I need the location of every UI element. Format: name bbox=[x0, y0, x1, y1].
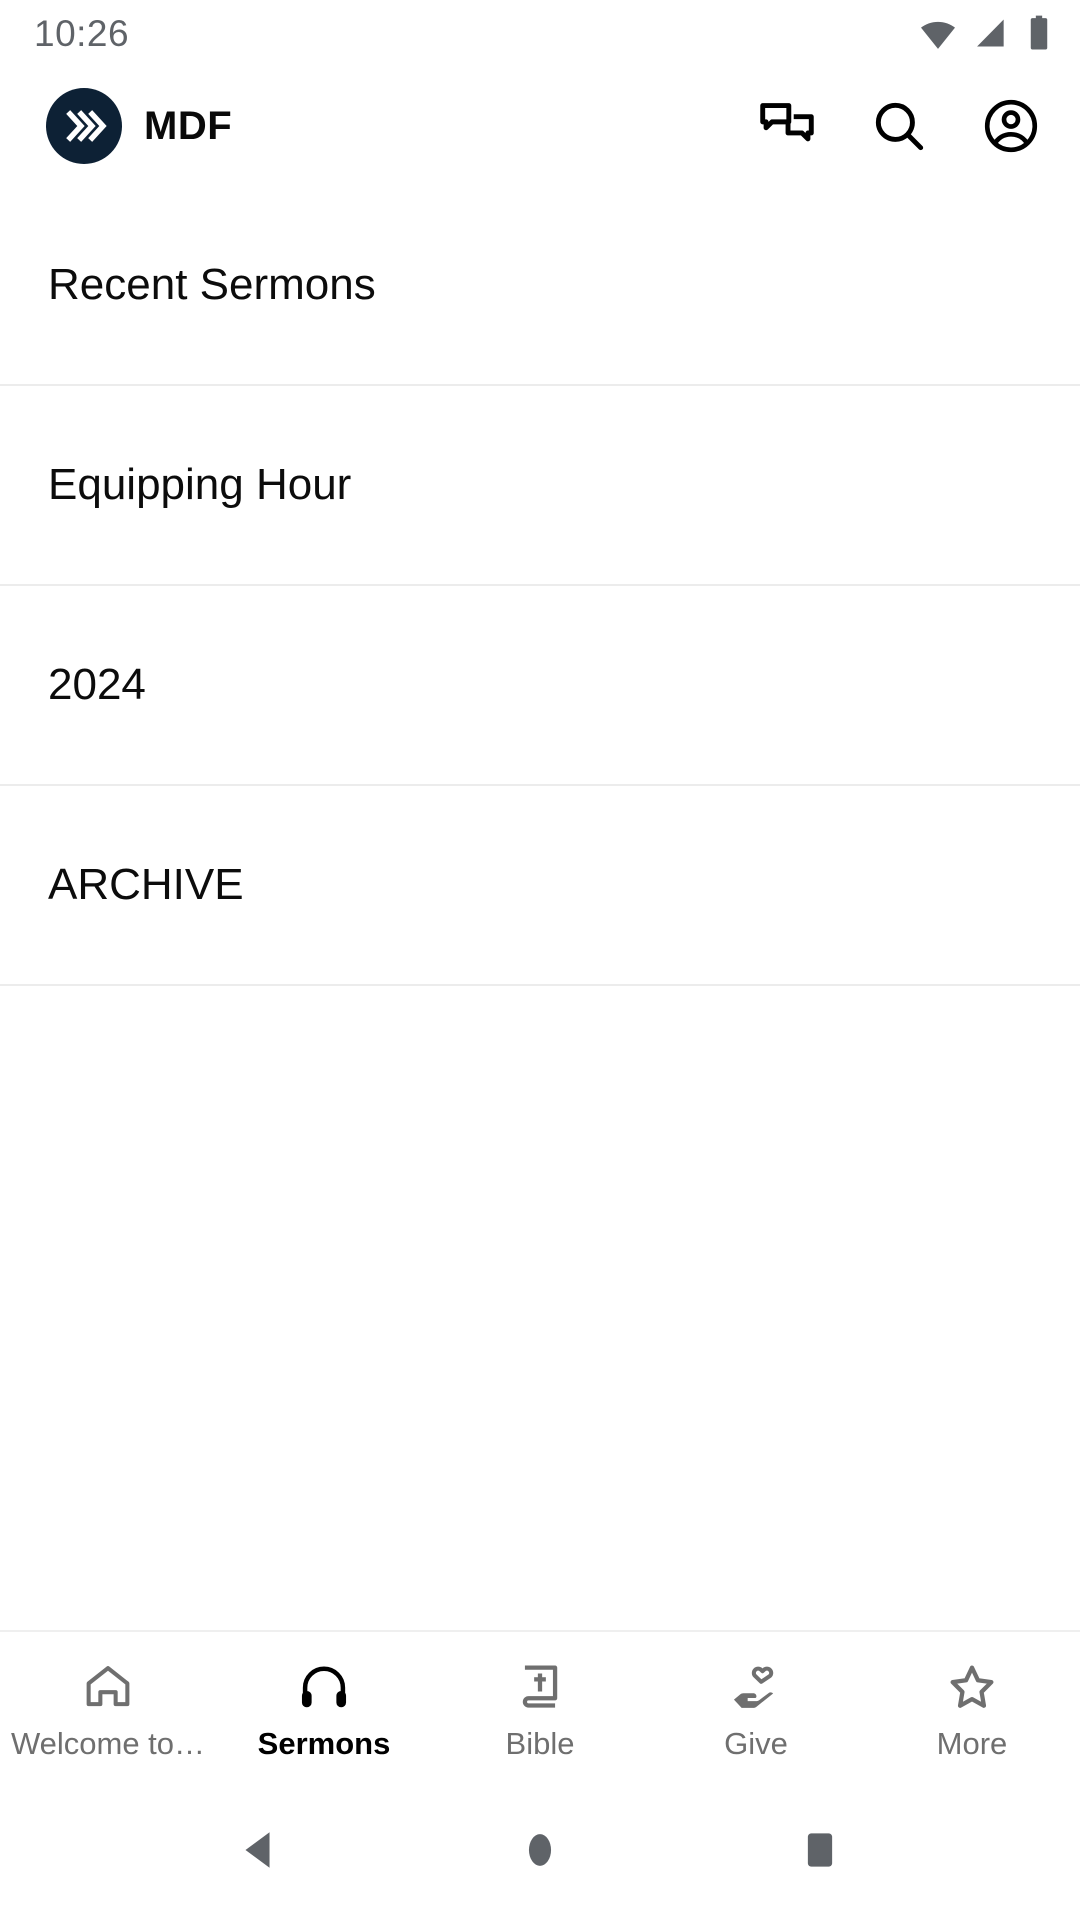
list-item-label: 2024 bbox=[48, 659, 146, 709]
system-navigation-bar bbox=[0, 1780, 1080, 1920]
wifi-icon bbox=[918, 13, 958, 53]
list-item[interactable]: 2024 bbox=[0, 586, 1080, 786]
brand-block[interactable]: MDF bbox=[46, 88, 232, 164]
bottom-navigation-bar: Welcome to… Sermons Bible Give More bbox=[0, 1630, 1080, 1780]
nav-item-sermons[interactable]: Sermons bbox=[216, 1632, 432, 1780]
messages-icon[interactable] bbox=[748, 87, 826, 165]
nav-item-bible[interactable]: Bible bbox=[432, 1632, 648, 1780]
nav-item-label: Give bbox=[724, 1727, 788, 1759]
app-screen: 10:26 MDF Recent Sermons Equipping Hour … bbox=[0, 0, 1080, 1920]
home-button[interactable] bbox=[495, 1805, 585, 1895]
app-bar: MDF bbox=[0, 66, 1080, 186]
list-item[interactable]: Equipping Hour bbox=[0, 386, 1080, 586]
mdf-chevrons-logo-icon bbox=[46, 88, 122, 164]
hand-heart-icon bbox=[729, 1658, 783, 1716]
list-item-label: Recent Sermons bbox=[48, 259, 376, 309]
list-item-label: ARCHIVE bbox=[48, 859, 244, 909]
recents-button[interactable] bbox=[775, 1805, 865, 1895]
list-item[interactable]: Recent Sermons bbox=[0, 186, 1080, 386]
nav-item-label: More bbox=[936, 1727, 1008, 1759]
app-bar-actions bbox=[748, 87, 1050, 165]
battery-icon bbox=[1024, 14, 1054, 52]
nav-item-label: Welcome to… bbox=[10, 1727, 206, 1759]
nav-item-label: Bible bbox=[505, 1727, 575, 1759]
nav-item-welcome[interactable]: Welcome to… bbox=[0, 1632, 216, 1780]
status-bar: 10:26 bbox=[0, 0, 1080, 66]
star-outline-icon bbox=[945, 1658, 999, 1716]
back-button[interactable] bbox=[215, 1805, 305, 1895]
home-icon bbox=[81, 1658, 135, 1716]
cellular-signal-icon bbox=[972, 14, 1010, 52]
brand-name: MDF bbox=[144, 103, 233, 148]
status-time: 10:26 bbox=[34, 12, 130, 54]
account-circle-icon[interactable] bbox=[972, 87, 1050, 165]
bible-book-cross-icon bbox=[513, 1658, 567, 1716]
sermons-list: Recent Sermons Equipping Hour 2024 ARCHI… bbox=[0, 186, 1080, 1630]
list-item[interactable]: ARCHIVE bbox=[0, 786, 1080, 986]
search-icon[interactable] bbox=[860, 87, 938, 165]
list-item-label: Equipping Hour bbox=[48, 459, 352, 509]
nav-item-more[interactable]: More bbox=[864, 1632, 1080, 1780]
headphones-icon bbox=[297, 1658, 351, 1716]
status-icon-group bbox=[918, 13, 1054, 53]
nav-item-give[interactable]: Give bbox=[648, 1632, 864, 1780]
nav-item-label: Sermons bbox=[257, 1727, 391, 1759]
